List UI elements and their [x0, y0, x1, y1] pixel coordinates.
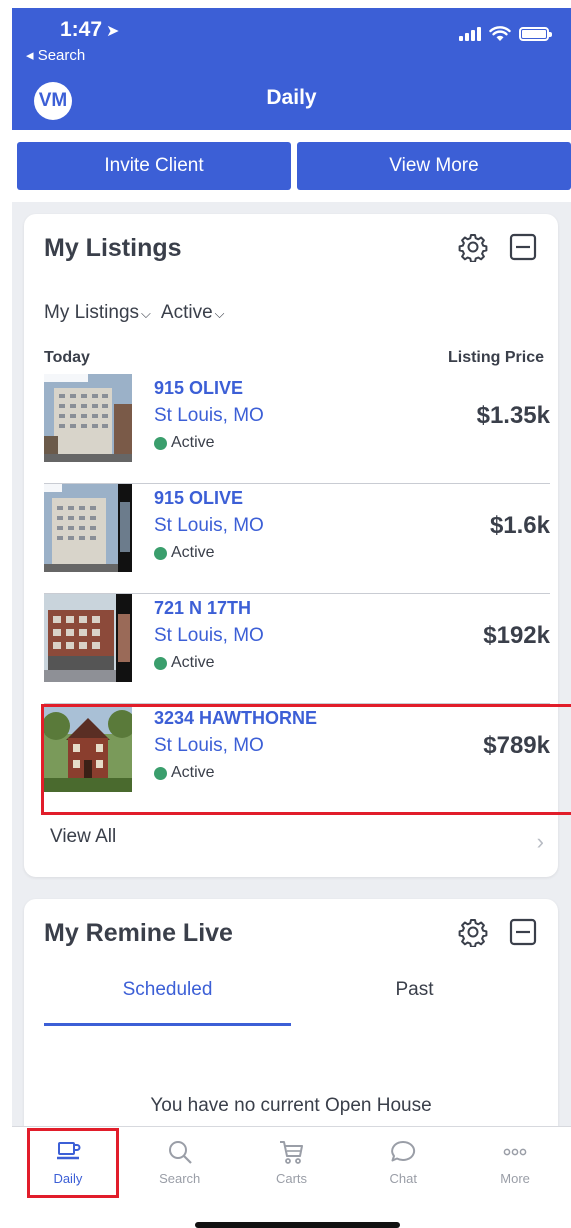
action-buttons: Invite Client View More	[17, 142, 571, 190]
clock: 1:47	[60, 18, 103, 41]
listing-photo	[44, 484, 132, 572]
home-indicator[interactable]	[195, 1222, 400, 1228]
status-time: 1:47 ➤	[60, 18, 119, 42]
invite-client-button[interactable]: Invite Client	[17, 142, 291, 190]
listing-status-text: Active	[171, 654, 215, 671]
listing-row[interactable]: 915 OLIVE St Louis, MO Active $1.6k	[44, 484, 550, 594]
my-listings-title: My Listings	[44, 234, 182, 262]
col-header-listing-price: Listing Price	[447, 349, 544, 366]
my-listings-card: My Listings My Listings ⌵ Active ⌵ Today L…	[24, 214, 571, 877]
nav-search-label: Search	[159, 1171, 201, 1186]
remine-live-title: My Remine Live	[44, 919, 233, 947]
daily-feed[interactable]: My Listings My Listings ⌵ Active ⌵ Today L…	[12, 202, 571, 1126]
nav-more-label: More	[500, 1171, 530, 1186]
listing-status: Active	[154, 434, 215, 452]
listing-status: Active	[154, 654, 215, 672]
app-header: 1:47 ➤ ◂ Search VM Daily	[12, 8, 571, 130]
listing-column-headers: Today Listing Price	[44, 349, 544, 367]
wifi-icon	[489, 26, 511, 41]
listing-row[interactable]: 915 OLIVE St Louis, MO Active $1.35k	[44, 374, 550, 484]
gear-icon[interactable]	[458, 917, 488, 947]
nav-search[interactable]: Search	[124, 1127, 236, 1200]
location-arrow-icon: ➤	[106, 23, 120, 40]
listing-status: Active	[154, 544, 215, 562]
page-title: Daily	[266, 86, 317, 109]
chevron-down-icon: ⌵	[141, 306, 151, 321]
cart-icon	[280, 1141, 304, 1164]
chevron-right-icon[interactable]: ›	[537, 829, 544, 855]
listing-photo	[44, 594, 132, 682]
card-actions	[458, 232, 538, 262]
listing-photo	[44, 374, 132, 462]
nav-carts[interactable]: Carts	[236, 1127, 348, 1200]
listing-city: St Louis, MO	[154, 405, 264, 426]
listing-filters: My Listings ⌵ Active ⌵	[44, 302, 225, 324]
view-more-button[interactable]: View More	[297, 142, 571, 190]
active-status-dot	[154, 656, 167, 670]
nav-more[interactable]: More	[459, 1127, 571, 1200]
listing-price: $1.35k	[476, 402, 550, 429]
active-status-dot	[154, 546, 167, 560]
nav-chat[interactable]: Chat	[347, 1127, 459, 1200]
view-all-link[interactable]: View All	[50, 826, 116, 848]
listing-address[interactable]: 915 OLIVE	[154, 488, 243, 509]
tab-scheduled[interactable]: Scheduled	[44, 979, 291, 1026]
listing-scope-dropdown[interactable]: My Listings ⌵	[44, 302, 151, 324]
listing-city: St Louis, MO	[154, 625, 264, 646]
minimize-icon[interactable]	[508, 917, 538, 947]
back-label: Search	[37, 47, 86, 64]
listing-address[interactable]: 721 N 17TH	[154, 598, 251, 619]
status-indicators	[459, 26, 552, 42]
battery-icon	[519, 27, 552, 41]
tab-past[interactable]: Past	[291, 979, 538, 1026]
col-header-today: Today	[44, 349, 90, 366]
empty-state-message: You have no current Open House	[150, 1095, 432, 1116]
remine-live-card: My Remine Live Scheduled Past You have n…	[24, 899, 558, 1126]
back-to-search-link[interactable]: ◂ Search	[26, 46, 85, 64]
highlight-annotation	[41, 704, 571, 815]
listing-price: $192k	[483, 622, 550, 649]
active-status-dot	[154, 436, 167, 450]
minimize-icon[interactable]	[508, 232, 538, 262]
nav-chat-label: Chat	[389, 1171, 418, 1186]
card-actions	[458, 917, 538, 947]
more-dots-icon	[503, 1148, 527, 1156]
listing-price: $1.6k	[489, 512, 550, 539]
listing-status-dropdown[interactable]: Active ⌵	[161, 302, 225, 324]
listing-status-text: Active	[171, 434, 215, 451]
listing-status-label: Active	[160, 302, 213, 323]
listing-status-text: Active	[171, 544, 215, 561]
listing-row[interactable]: 721 N 17TH St Louis, MO Active $192k	[44, 594, 550, 704]
listing-scope-label: My Listings	[44, 302, 140, 323]
cell-signal-icon	[459, 27, 481, 41]
listing-city: St Louis, MO	[154, 515, 264, 536]
chat-bubble-icon	[391, 1140, 416, 1162]
chevron-down-icon: ⌵	[214, 306, 225, 321]
nav-carts-label: Carts	[275, 1171, 308, 1186]
gear-icon[interactable]	[458, 232, 488, 262]
search-icon	[168, 1141, 192, 1164]
highlight-annotation	[27, 1128, 119, 1198]
remine-live-tabs: Scheduled Past	[44, 979, 538, 1026]
listing-address[interactable]: 915 OLIVE	[154, 378, 243, 399]
